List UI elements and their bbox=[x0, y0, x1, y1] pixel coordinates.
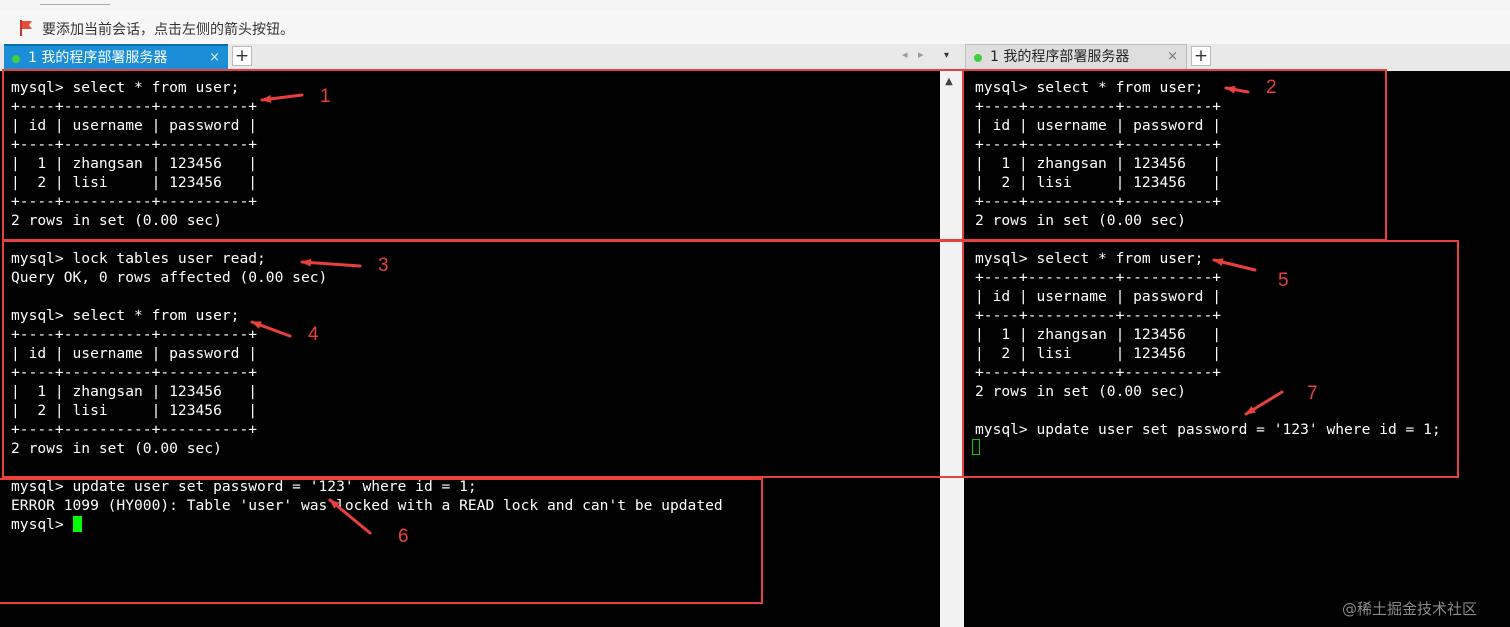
annotation-number: 6 bbox=[398, 526, 409, 547]
annotation-number: 3 bbox=[378, 255, 389, 276]
annotation-number: 1 bbox=[320, 86, 331, 107]
status-dot-icon bbox=[974, 54, 982, 62]
tab-session-1[interactable]: 1 我的程序部署服务器 × bbox=[4, 44, 228, 70]
watermark: @稀土掘金技术社区 bbox=[1342, 600, 1478, 618]
address-remnant bbox=[40, 0, 110, 5]
tab-close-icon[interactable]: × bbox=[209, 45, 220, 71]
highlight-box bbox=[2, 240, 964, 478]
tab-label: 1 我的程序部署服务器 bbox=[990, 49, 1130, 65]
tab-session-2[interactable]: 1 我的程序部署服务器 × bbox=[965, 44, 1187, 70]
highlight-box bbox=[2, 69, 964, 241]
tab-prev-icon[interactable]: ◂ bbox=[902, 48, 908, 61]
highlight-box bbox=[962, 69, 1387, 241]
tab-close-icon[interactable]: × bbox=[1167, 44, 1178, 70]
annotation-number: 7 bbox=[1307, 383, 1318, 404]
tab-bar: 1 我的程序部署服务器 × + ◂ ▸ ▾ 1 我的程序部署服务器 × + bbox=[0, 44, 1510, 71]
terminal-app: 要添加当前会话，点击左侧的箭头按钮。 1 我的程序部署服务器 × + ◂ ▸ ▾… bbox=[0, 0, 1510, 627]
status-dot-icon bbox=[12, 55, 20, 63]
highlight-box bbox=[0, 478, 763, 604]
add-tab-button[interactable]: + bbox=[232, 46, 252, 66]
tab-menu-icon[interactable]: ▾ bbox=[944, 50, 949, 61]
add-tab-button-right[interactable]: + bbox=[1191, 46, 1211, 66]
annotation-number: 5 bbox=[1278, 270, 1289, 291]
tab-label: 1 我的程序部署服务器 bbox=[28, 50, 168, 66]
flag-icon[interactable] bbox=[19, 20, 33, 36]
hint-text: 要添加当前会话，点击左侧的箭头按钮。 bbox=[42, 22, 294, 38]
annotation-number: 4 bbox=[308, 324, 319, 345]
session-hint-bar: 要添加当前会话，点击左侧的箭头按钮。 bbox=[0, 10, 1510, 45]
tab-next-icon[interactable]: ▸ bbox=[918, 48, 924, 61]
annotation-number: 2 bbox=[1266, 77, 1277, 98]
highlight-box bbox=[962, 240, 1459, 478]
top-strip bbox=[0, 0, 1510, 10]
